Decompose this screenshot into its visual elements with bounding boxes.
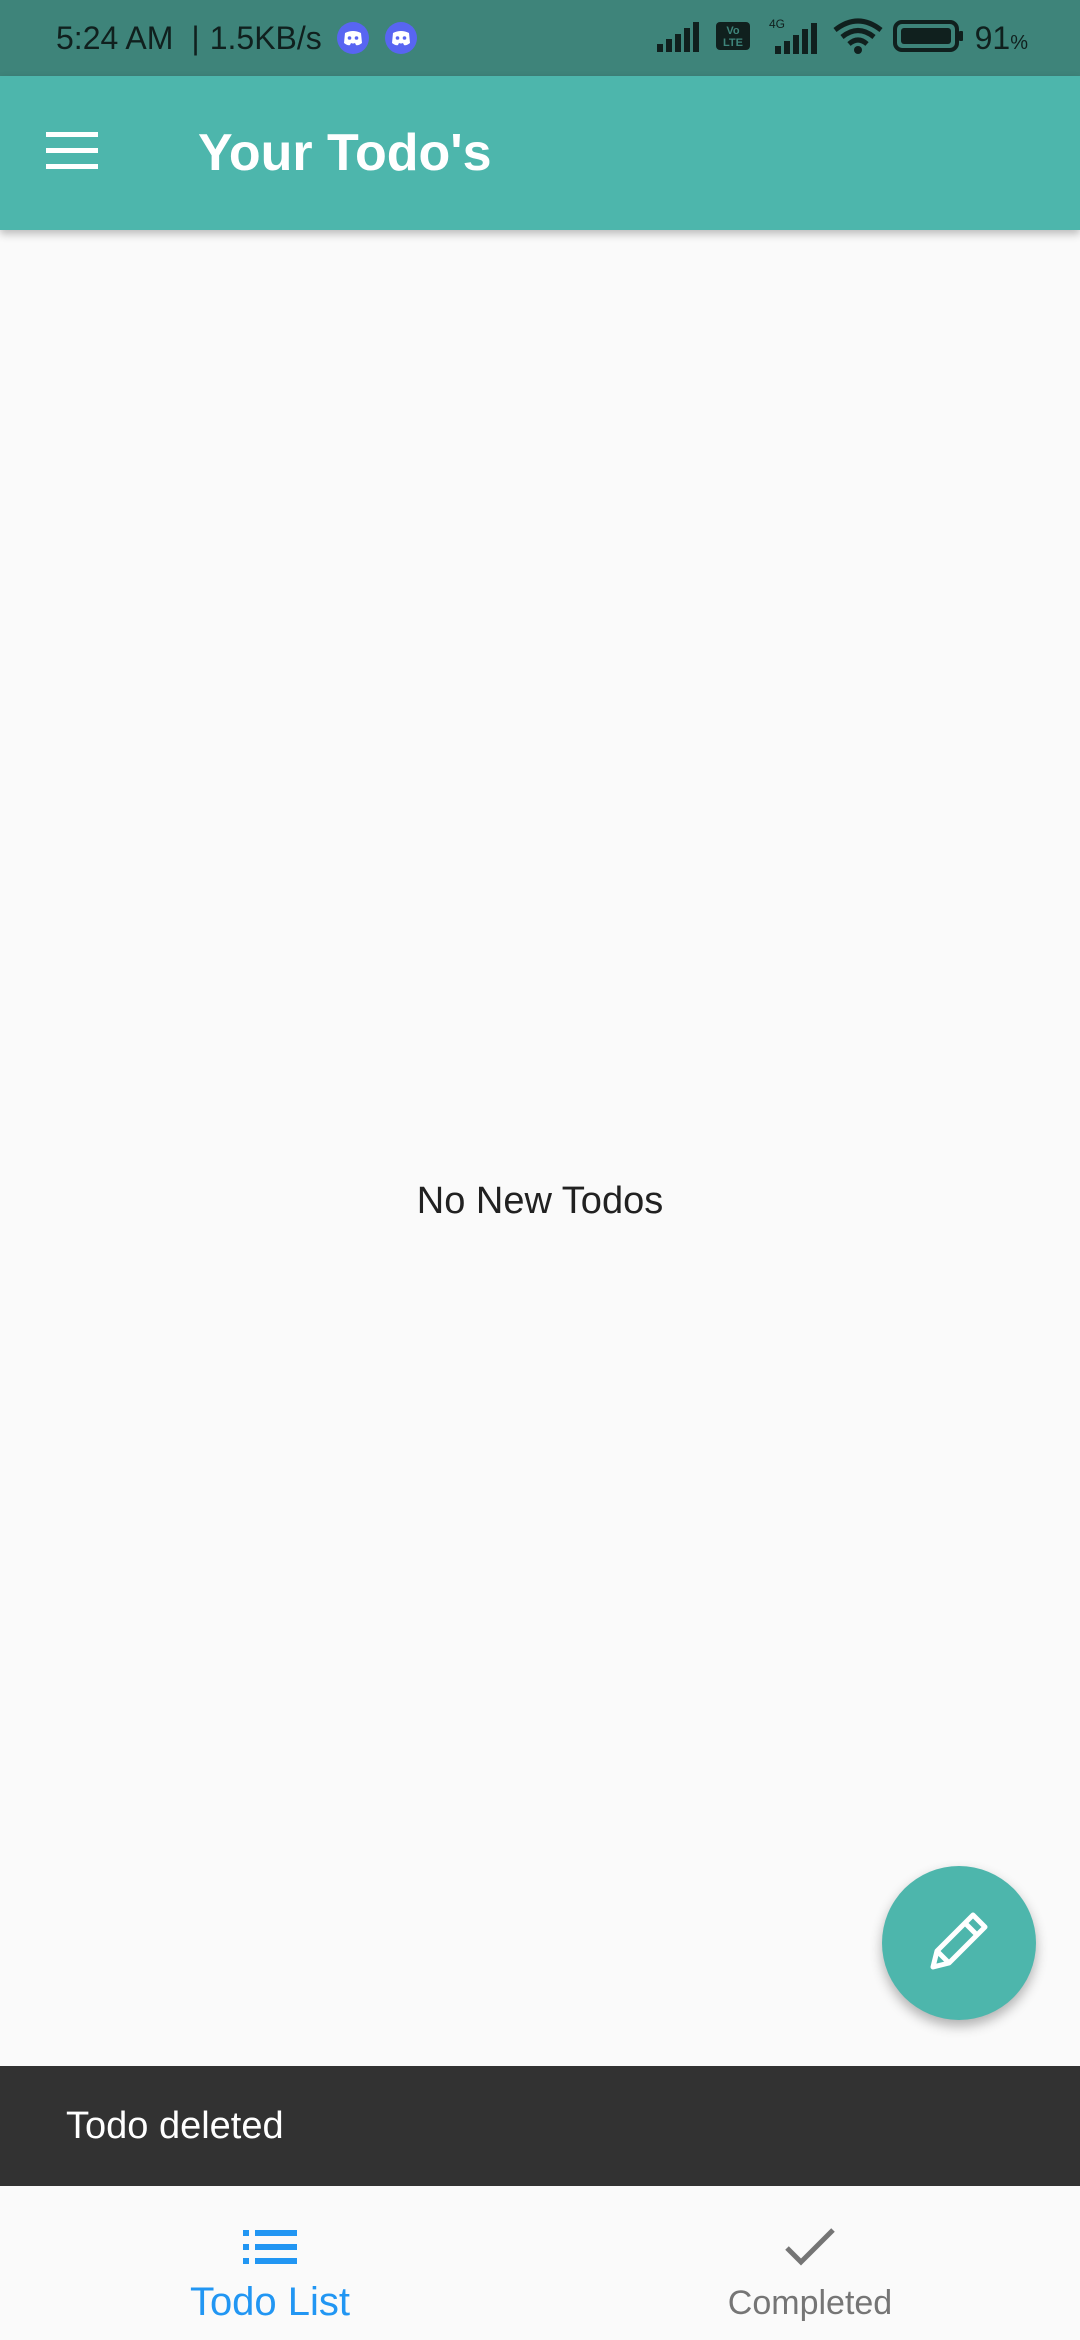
status-left: 5:24 AM | 1.5KB/s [56,0,418,76]
volte-icon: Vo LTE [715,20,751,57]
battery-value: 91 [974,19,1011,56]
signal-icon [656,20,705,57]
snackbar: Todo deleted [0,2066,1080,2186]
snackbar-message: Todo deleted [66,2104,284,2147]
bottom-navigation: Todo List Completed [0,2186,1080,2340]
svg-text:LTE: LTE [723,37,743,49]
status-bar: 5:24 AM | 1.5KB/s Vo LTE 4G 91% [0,0,1080,76]
battery-icon [892,19,965,58]
svg-text:Vo: Vo [726,25,740,37]
status-right: Vo LTE 4G 91% [656,0,1028,76]
svg-text:4G: 4G [769,18,785,31]
battery-percent: 91% [975,20,1028,57]
menu-button[interactable] [34,115,110,191]
nav-label-todo-list: Todo List [189,2280,351,2324]
check-icon [782,2222,838,2272]
menu-icon [46,131,98,175]
pencil-icon [919,1901,999,1986]
add-todo-fab[interactable] [882,1866,1036,2020]
wifi-icon [833,18,883,59]
discord-icon [336,21,370,55]
network-speed: 1.5KB/s [209,19,322,56]
signal-4g-icon: 4G [761,17,823,59]
status-separator: | [191,19,200,56]
nav-item-completed[interactable]: Completed [540,2186,1080,2340]
screen: 5:24 AM | 1.5KB/s Vo LTE 4G 91% Your Tod… [0,0,1080,2340]
nav-label-completed: Completed [727,2284,893,2322]
nav-item-todo-list[interactable]: Todo List [0,2186,540,2340]
app-title: Your Todo's [198,124,492,182]
battery-unit: % [1010,31,1028,54]
list-icon [242,2222,298,2272]
status-time: 5:24 AM [56,19,174,56]
app-bar: Your Todo's [0,76,1080,230]
empty-state-message: No New Todos [416,1180,664,1222]
discord-icon [384,21,418,55]
